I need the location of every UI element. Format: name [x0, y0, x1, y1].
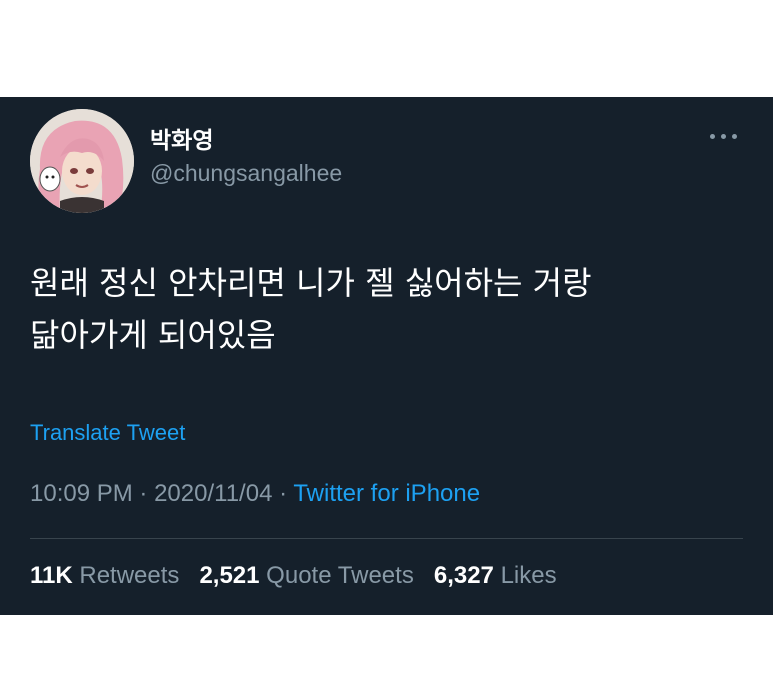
display-name[interactable]: 박화영	[150, 121, 213, 155]
user-handle[interactable]: @chungsangalhee	[150, 160, 342, 187]
tweet-text-line-1: 원래 정신 안차리면 니가 젤 싫어하는 거랑	[30, 264, 592, 302]
meta-separator: ·	[139, 480, 148, 507]
more-horizontal-icon-dot	[732, 133, 737, 139]
avatar-image	[30, 109, 134, 213]
tweet-text: 원래 정신 안차리면 니가 젤 싫어하는 거랑 닮아가게 되어있음	[30, 257, 750, 361]
retweets-stat[interactable]: 11K Retweets	[30, 562, 179, 589]
more-horizontal-icon	[710, 133, 715, 139]
tweet-source-link[interactable]: Twitter for iPhone	[293, 480, 480, 507]
quote-tweets-count: 2,521	[199, 562, 260, 589]
tweet-card: 박화영 @chungsangalhee 원래 정신 안차리면 니가 젤 싫어하는…	[0, 97, 773, 615]
likes-count: 6,327	[433, 562, 494, 589]
quote-tweets-stat[interactable]: 2,521 Quote Tweets	[199, 562, 413, 589]
likes-label: Likes	[500, 562, 557, 589]
retweets-count: 11K	[30, 562, 73, 589]
meta-separator: ·	[279, 480, 288, 507]
likes-stat[interactable]: 6,327 Likes	[434, 562, 557, 589]
more-options-button[interactable]	[710, 127, 744, 145]
tweet-time[interactable]: 10:09 PM	[30, 480, 133, 507]
avatar[interactable]	[30, 109, 134, 213]
more-horizontal-icon-dot	[721, 133, 726, 139]
tweet-date[interactable]: 2020/11/04	[154, 480, 272, 507]
engagement-stats: 11K Retweets 2,521 Quote Tweets 6,327 Li…	[30, 562, 557, 590]
quote-tweets-label: Quote Tweets	[266, 562, 414, 589]
translate-tweet-link[interactable]: Translate Tweet	[30, 420, 185, 446]
tweet-metadata: 10:09 PM · 2020/11/04 · Twitter for iPho…	[30, 480, 480, 508]
retweets-label: Retweets	[79, 562, 180, 589]
divider	[30, 538, 743, 539]
tweet-text-line-2: 닮아가게 되어있음	[30, 316, 276, 354]
